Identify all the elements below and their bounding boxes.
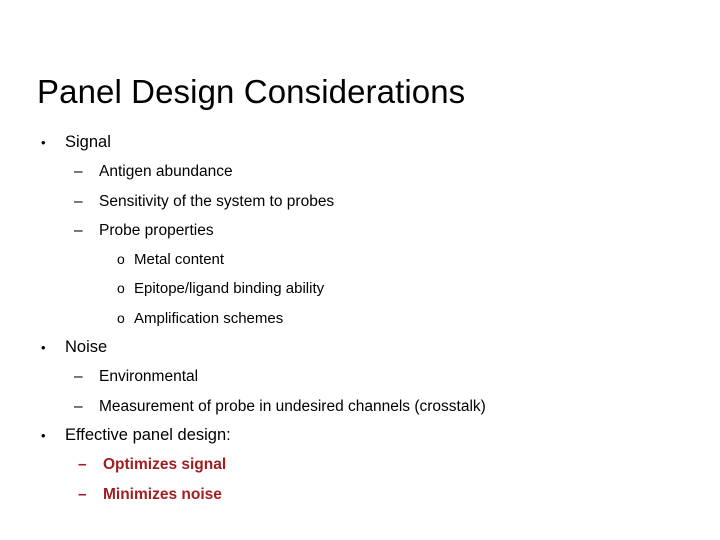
bullet-text: Amplification schemes [134, 309, 284, 327]
bullet-text: Probe properties [99, 221, 214, 239]
bullet-marker-level-2: – [74, 221, 83, 239]
bullet-item-level-2: – Environmental [0, 362, 720, 391]
bullet-text: Signal [65, 133, 111, 151]
bullet-item-level-3: o Epitope/ligand binding ability [0, 274, 720, 303]
bullet-text: Metal content [134, 251, 225, 269]
bullet-marker-level-2: – [74, 397, 83, 415]
bullet-list: • Signal – Antigen abundance – Sensitivity of… [0, 128, 720, 509]
bullet-marker-level-2: – [78, 485, 87, 503]
page-title: Panel Design Considerations [37, 73, 466, 111]
bullet-item-level-1: • Noise [0, 333, 720, 362]
bullet-marker-level-3: o [117, 280, 125, 297]
bullet-text: Antigen abundance [99, 163, 233, 181]
presentation-slide: Panel Design Considerations • Signal – Anti… [0, 0, 720, 540]
bullet-text: Noise [65, 338, 108, 357]
bullet-item-level-3: o Amplification schemes [0, 304, 720, 333]
bullet-text: Measurement of probe in undesired channe… [99, 397, 486, 415]
bullet-text: Effective panel design: [65, 425, 231, 444]
bullet-text: Environmental [99, 368, 199, 386]
bullet-item-level-2: – Sensitivity of the system to probes [0, 187, 720, 216]
bullet-marker-level-2: – [74, 192, 83, 210]
bullet-item-level-2: – Minimizes noise [0, 480, 720, 509]
bullet-text: Epitope/ligand binding ability [134, 280, 325, 298]
bullet-item-level-1: • Signal [0, 128, 720, 157]
bullet-marker-level-3: o [117, 309, 125, 326]
bullet-marker-level-1: • [41, 427, 46, 443]
bullet-item-level-2: – Measurement of probe in undesired chann… [0, 392, 720, 421]
bullet-text: Sensitivity of the system to probes [99, 192, 335, 210]
bullet-marker-level-1: • [41, 340, 46, 356]
bullet-item-level-2: – Optimizes signal [0, 450, 720, 479]
bullet-marker-level-2: – [74, 368, 83, 386]
bullet-text: Minimizes noise [103, 485, 222, 503]
bullet-item-level-3: o Metal content [0, 245, 720, 274]
bullet-text: Optimizes signal [103, 456, 227, 474]
bullet-item-level-2: – Antigen abundance [0, 157, 720, 186]
bullet-marker-level-3: o [117, 251, 125, 268]
bullet-marker-level-1: • [41, 135, 46, 150]
bullet-marker-level-2: – [74, 163, 83, 181]
bullet-marker-level-2: – [78, 456, 87, 474]
bullet-item-level-1: • Effective panel design: [0, 421, 720, 450]
bullet-item-level-2: – Probe properties [0, 216, 720, 245]
